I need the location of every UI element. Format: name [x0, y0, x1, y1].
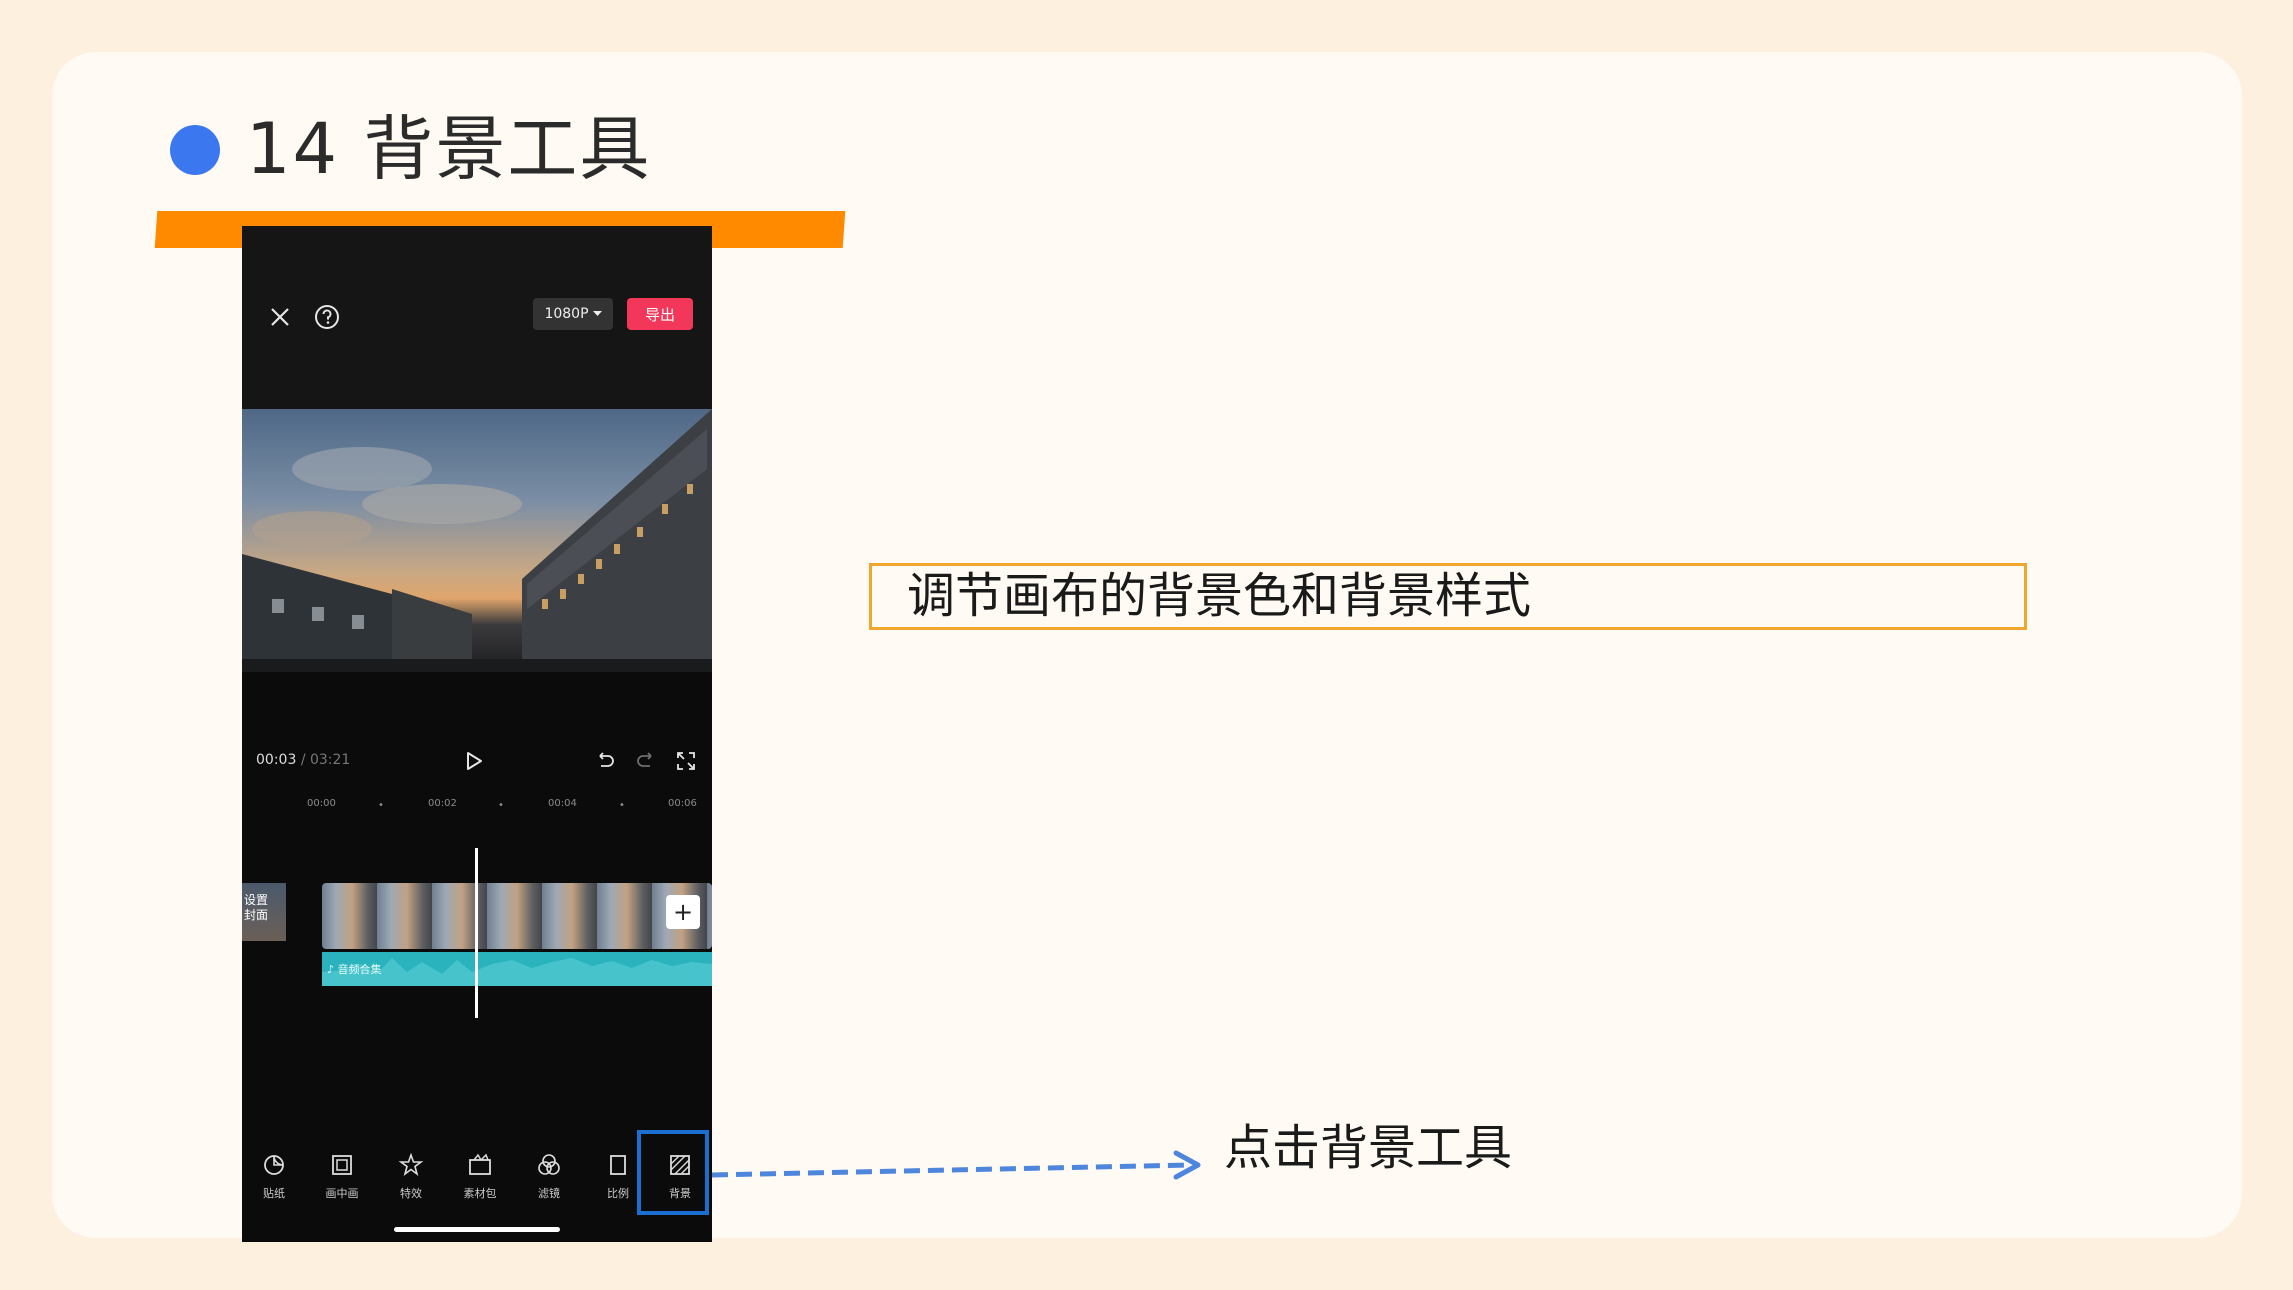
tool-label: 滤镜 [538, 1187, 560, 1200]
video-preview[interactable] [242, 409, 712, 672]
background-tool-highlight [637, 1130, 709, 1215]
play-icon[interactable] [462, 749, 486, 773]
filter-icon [538, 1154, 560, 1175]
cover-label-line2: 封面 [244, 908, 269, 922]
timecode: 00:03 / 03:21 [256, 752, 350, 768]
audio-label: ♪ 音频合集 [327, 963, 382, 976]
dashed-arrow-icon [712, 1150, 1201, 1180]
chevron-down-icon [592, 311, 602, 316]
resolution-label: 1080P [544, 306, 589, 322]
ruler-dot: • [498, 800, 504, 811]
tool-effects[interactable]: 特效 [381, 1151, 441, 1201]
tool-sticker[interactable]: 贴纸 [244, 1151, 304, 1201]
export-button[interactable]: 导出 [627, 298, 693, 330]
sticker-icon [264, 1155, 284, 1175]
slide-title: 14 背景工具 [246, 108, 652, 190]
phone-screenshot: 1080P 导出 00:03 / 03:21 00:00 • 00:02 • 0… [242, 226, 712, 1242]
cover-label-line1: 设置 [244, 893, 269, 907]
tool-pip[interactable]: 画中画 [312, 1151, 372, 1201]
video-clip-track[interactable] [322, 883, 712, 949]
add-clip-button[interactable]: + [666, 895, 700, 929]
ruler-tick: 00:00 [307, 798, 336, 809]
set-cover-button[interactable]: 设置 封面 [242, 883, 286, 941]
help-icon[interactable] [312, 302, 342, 332]
ratio-icon [610, 1155, 626, 1175]
material-pack-icon [469, 1153, 491, 1175]
time-ruler: 00:00 • 00:02 • 00:04 • 00:06 [242, 794, 712, 814]
tool-label: 素材包 [463, 1187, 497, 1200]
undo-icon[interactable] [594, 750, 616, 772]
callout-text: 调节画布的背景色和背景样式 [907, 568, 1532, 624]
redo-icon[interactable] [635, 750, 657, 772]
playback-bar: 00:03 / 03:21 [242, 746, 712, 780]
tool-label: 特效 [400, 1187, 422, 1200]
total-time: 03:21 [309, 752, 351, 768]
video-frame-image [242, 409, 712, 672]
playhead[interactable] [475, 848, 478, 1018]
ruler-tick: 00:04 [548, 798, 577, 809]
picture-in-picture-icon [332, 1155, 352, 1175]
step-hint: 点击背景工具 [1224, 1120, 1513, 1176]
title-bullet [170, 125, 220, 175]
close-icon[interactable] [265, 302, 295, 332]
ruler-dot: • [378, 800, 384, 811]
effects-icon [398, 1152, 424, 1177]
tool-label: 画中画 [325, 1187, 359, 1200]
audio-track[interactable]: ♪ 音频合集 [322, 952, 712, 986]
tool-filter[interactable]: 滤镜 [519, 1151, 579, 1201]
time-separator: / [300, 752, 306, 768]
ruler-dot: • [619, 800, 625, 811]
tool-material-pack[interactable]: 素材包 [450, 1151, 510, 1201]
ruler-tick: 00:06 [668, 798, 697, 809]
ruler-tick: 00:02 [428, 798, 457, 809]
home-indicator [394, 1227, 560, 1232]
current-time: 00:03 [256, 752, 297, 768]
resolution-dropdown[interactable]: 1080P [533, 298, 613, 330]
fullscreen-icon[interactable] [675, 750, 697, 772]
tool-label: 贴纸 [263, 1187, 285, 1200]
editor-header: 1080P 导出 [242, 226, 712, 409]
